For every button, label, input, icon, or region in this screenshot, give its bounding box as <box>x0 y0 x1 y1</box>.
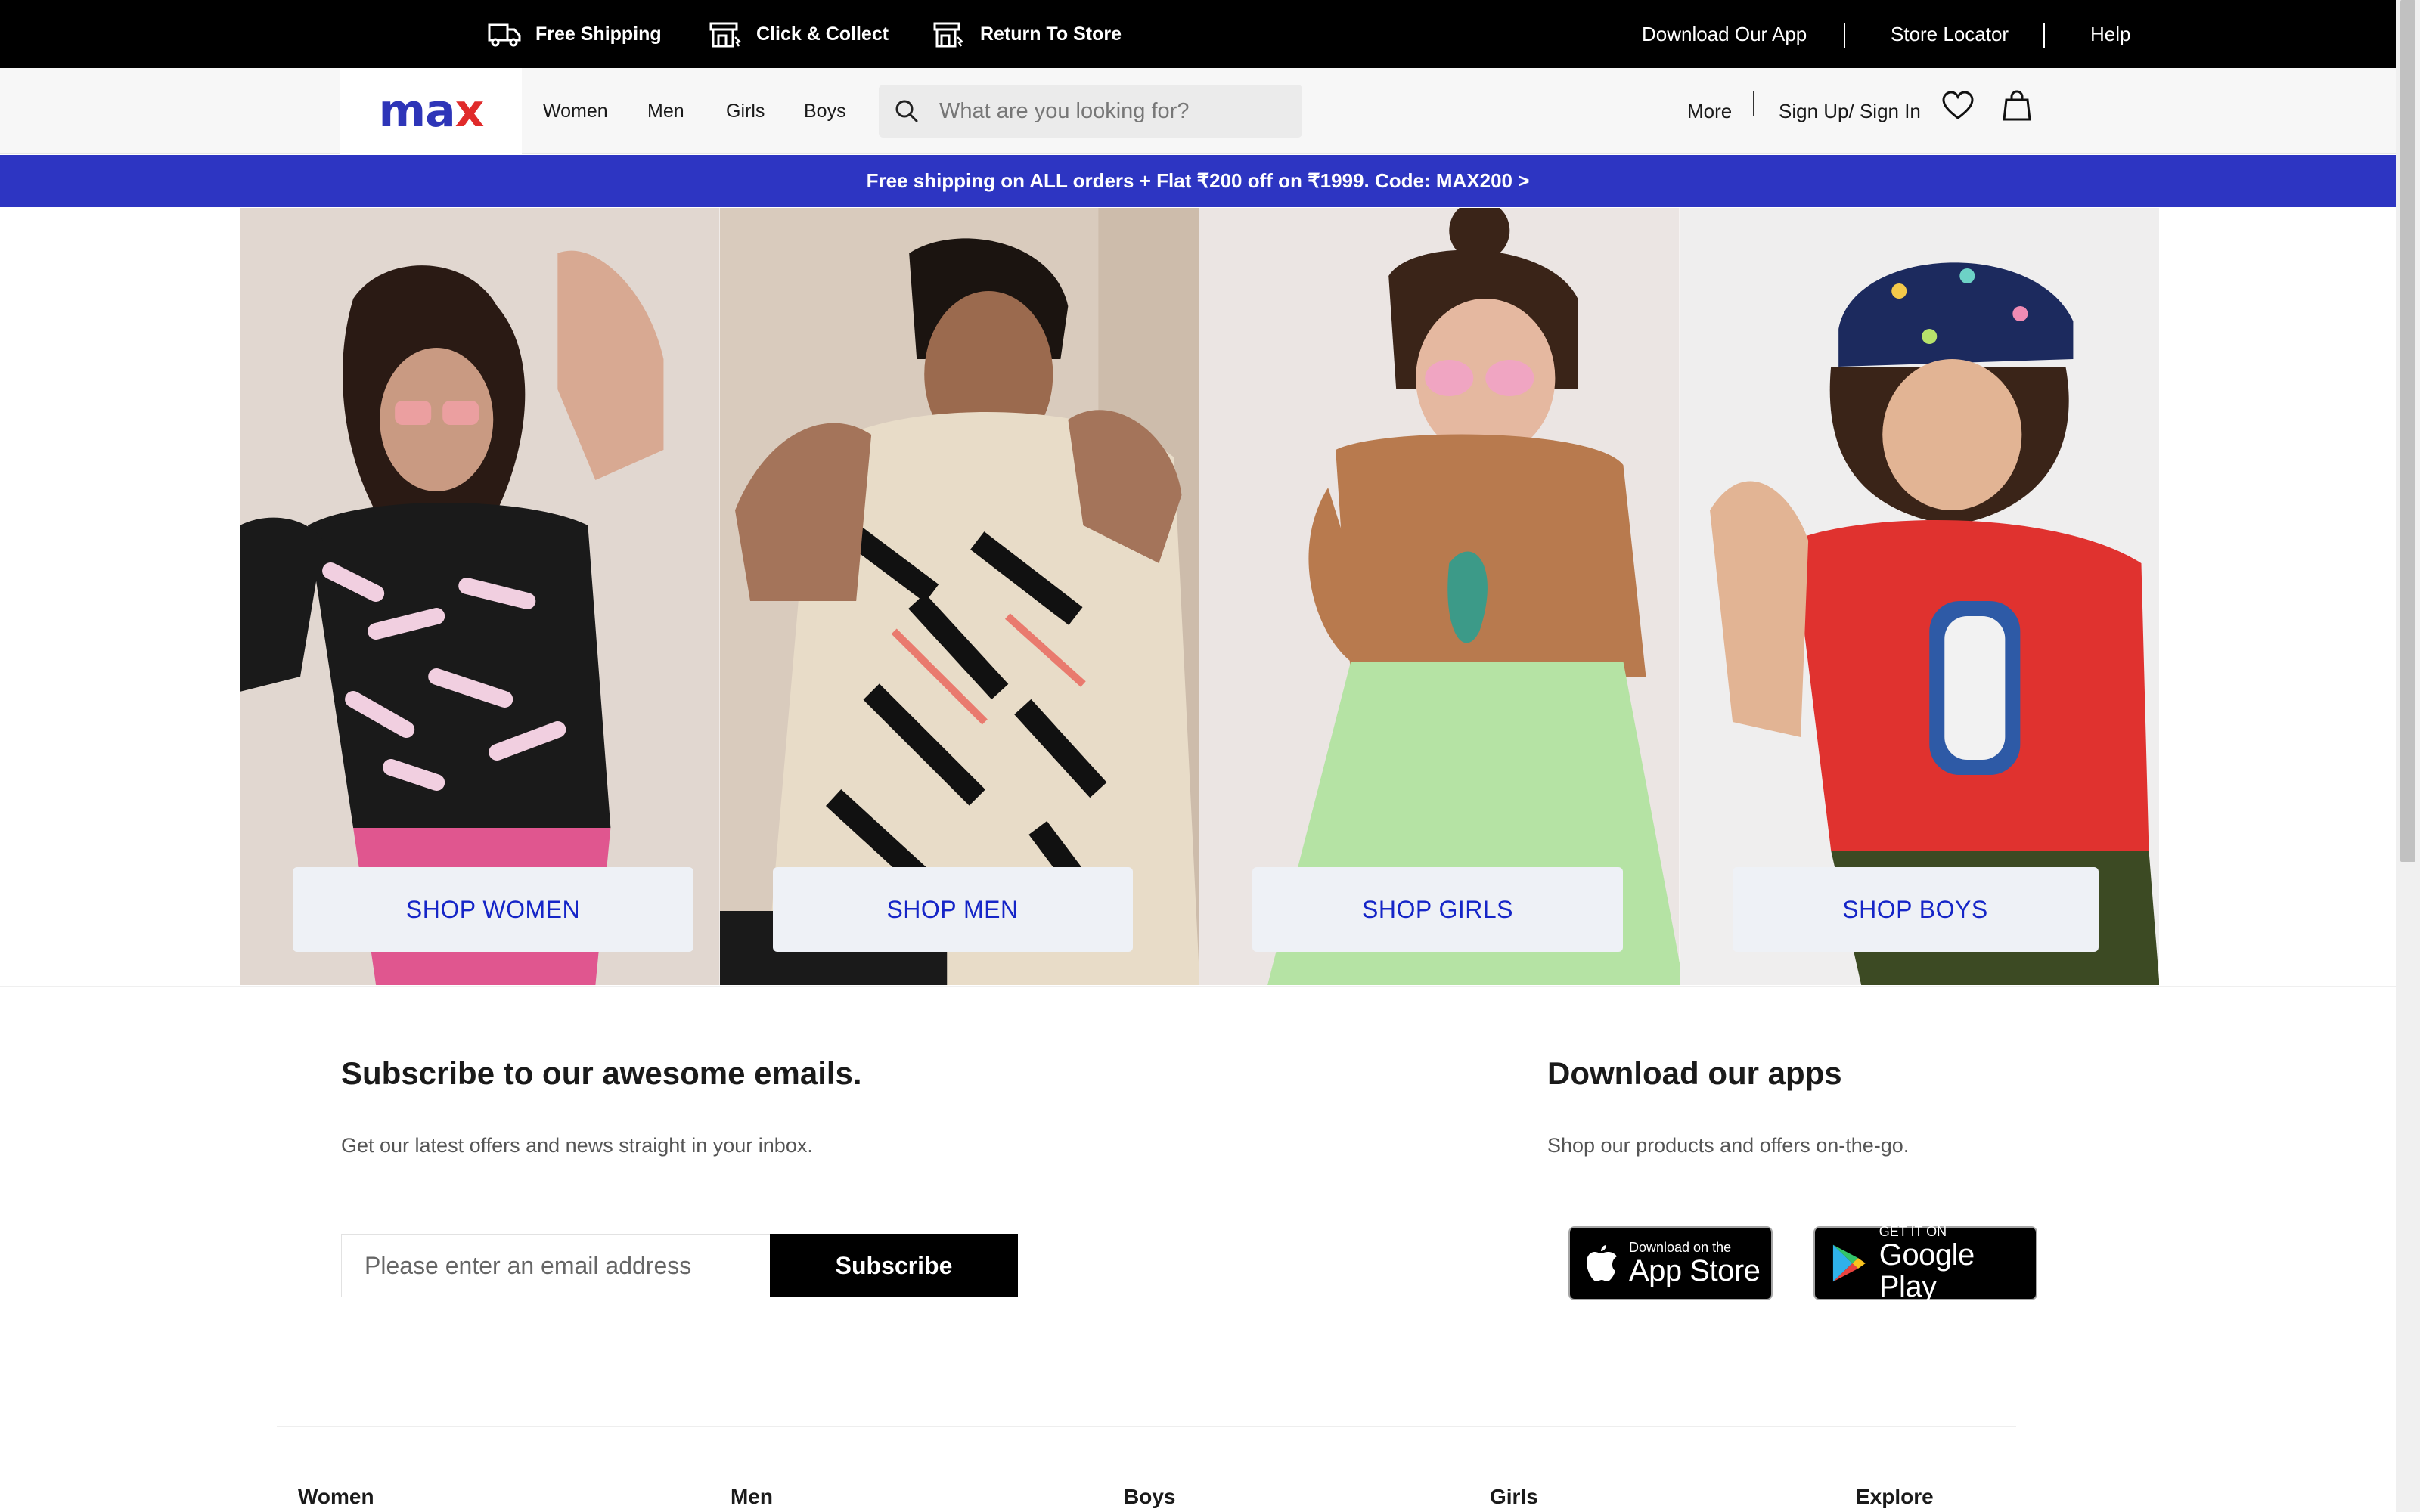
shop-boys-button[interactable]: SHOP BOYS <box>1732 867 2099 952</box>
footer-col-boys[interactable]: Boys <box>1124 1485 1175 1509</box>
search-input[interactable] <box>939 98 1287 124</box>
boys-category-tile[interactable]: SHOP BOYS <box>1679 208 2159 985</box>
google-play-small-text: GET IT ON <box>1879 1224 1947 1239</box>
search-icon <box>895 100 918 122</box>
apps-title: Download our apps <box>1547 1055 1842 1091</box>
max-logo: max <box>378 85 485 138</box>
app-store-big-text: App Store <box>1629 1254 1761 1287</box>
section-divider <box>0 986 2396 987</box>
store-locator-link[interactable]: Store Locator <box>1891 0 2009 68</box>
women-category-tile[interactable]: SHOP WOMEN <box>240 208 720 985</box>
shop-girls-button[interactable]: SHOP GIRLS <box>1252 867 1623 952</box>
free-shipping-label: Free Shipping <box>535 23 662 45</box>
promo-banner[interactable]: Free shipping on ALL orders + Flat ₹200 … <box>0 155 2396 207</box>
subscribe-button[interactable]: Subscribe <box>770 1234 1018 1297</box>
page: Free Shipping Click & Collect Return To … <box>0 0 2420 1512</box>
store-icon <box>709 22 742 48</box>
subscribe-title: Subscribe to our awesome emails. <box>341 1055 862 1091</box>
footer-col-girls[interactable]: Girls <box>1490 1485 1538 1509</box>
shop-women-button[interactable]: SHOP WOMEN <box>293 867 693 952</box>
return-store-label: Return To Store <box>980 23 1122 45</box>
email-field-wrapper <box>341 1234 771 1297</box>
download-app-link[interactable]: Download Our App <box>1642 0 1807 68</box>
app-store-badge[interactable]: Download on the App Store <box>1568 1226 1773 1300</box>
category-tiles: SHOP WOMEN SHOP MEN SHOP GIRLS SHOP BOYS <box>240 208 2159 985</box>
header-divider <box>1753 91 1754 116</box>
free-shipping-link[interactable]: Free Shipping <box>487 0 662 68</box>
topbar-divider <box>1844 23 1845 48</box>
apps-description: Shop our products and offers on-the-go. <box>1547 1134 1910 1157</box>
girls-category-tile[interactable]: SHOP GIRLS <box>1199 208 1680 985</box>
search-bar[interactable] <box>879 85 1302 138</box>
signin-link[interactable]: Sign Up/ Sign In <box>1779 68 1921 154</box>
app-store-small-text: Download on the <box>1629 1240 1732 1255</box>
return-store-link[interactable]: Return To Store <box>932 0 1122 68</box>
scrollbar-thumb[interactable] <box>2400 0 2415 862</box>
wishlist-heart-icon[interactable] <box>1942 91 1974 121</box>
men-category-tile[interactable]: SHOP MEN <box>719 208 1199 985</box>
app-store-text: Download on the App Store <box>1629 1240 1761 1287</box>
footer-col-women[interactable]: Women <box>298 1485 374 1509</box>
email-input[interactable] <box>365 1251 758 1280</box>
page-scrollbar[interactable] <box>2396 0 2420 1512</box>
google-play-badge[interactable]: GET IT ON Google Play <box>1813 1224 2037 1303</box>
footer-col-men[interactable]: Men <box>731 1485 773 1509</box>
more-menu[interactable]: More <box>1687 68 1732 154</box>
promo-banner-text: Free shipping on ALL orders + Flat ₹200 … <box>866 169 1530 192</box>
apple-icon <box>1587 1245 1617 1281</box>
topbar-divider <box>2043 23 2045 48</box>
shop-men-button[interactable]: SHOP MEN <box>772 867 1133 952</box>
footer-col-explore[interactable]: Explore <box>1856 1485 1934 1509</box>
main-header: max Women Men Girls Boys More Sign Up/ S… <box>0 68 2396 154</box>
nav-girls[interactable]: Girls <box>726 101 765 122</box>
click-collect-link[interactable]: Click & Collect <box>708 0 889 68</box>
top-utility-bar: Free Shipping Click & Collect Return To … <box>0 0 2396 68</box>
google-play-big-text: Google Play <box>1879 1238 1975 1303</box>
google-play-icon <box>1832 1244 1866 1282</box>
google-play-text: GET IT ON Google Play <box>1879 1224 2036 1303</box>
nav-men[interactable]: Men <box>647 101 684 122</box>
nav-women[interactable]: Women <box>543 101 608 122</box>
subscribe-description: Get our latest offers and news straight … <box>341 1134 813 1157</box>
footer-divider <box>277 1426 2016 1427</box>
logo-link[interactable]: max <box>340 68 522 154</box>
click-collect-label: Click & Collect <box>756 23 889 45</box>
return-store-icon <box>933 22 964 48</box>
truck-icon <box>488 23 521 47</box>
help-link[interactable]: Help <box>2090 0 2130 68</box>
shopping-bag-icon[interactable] <box>2003 89 2031 121</box>
nav-boys[interactable]: Boys <box>804 101 846 122</box>
